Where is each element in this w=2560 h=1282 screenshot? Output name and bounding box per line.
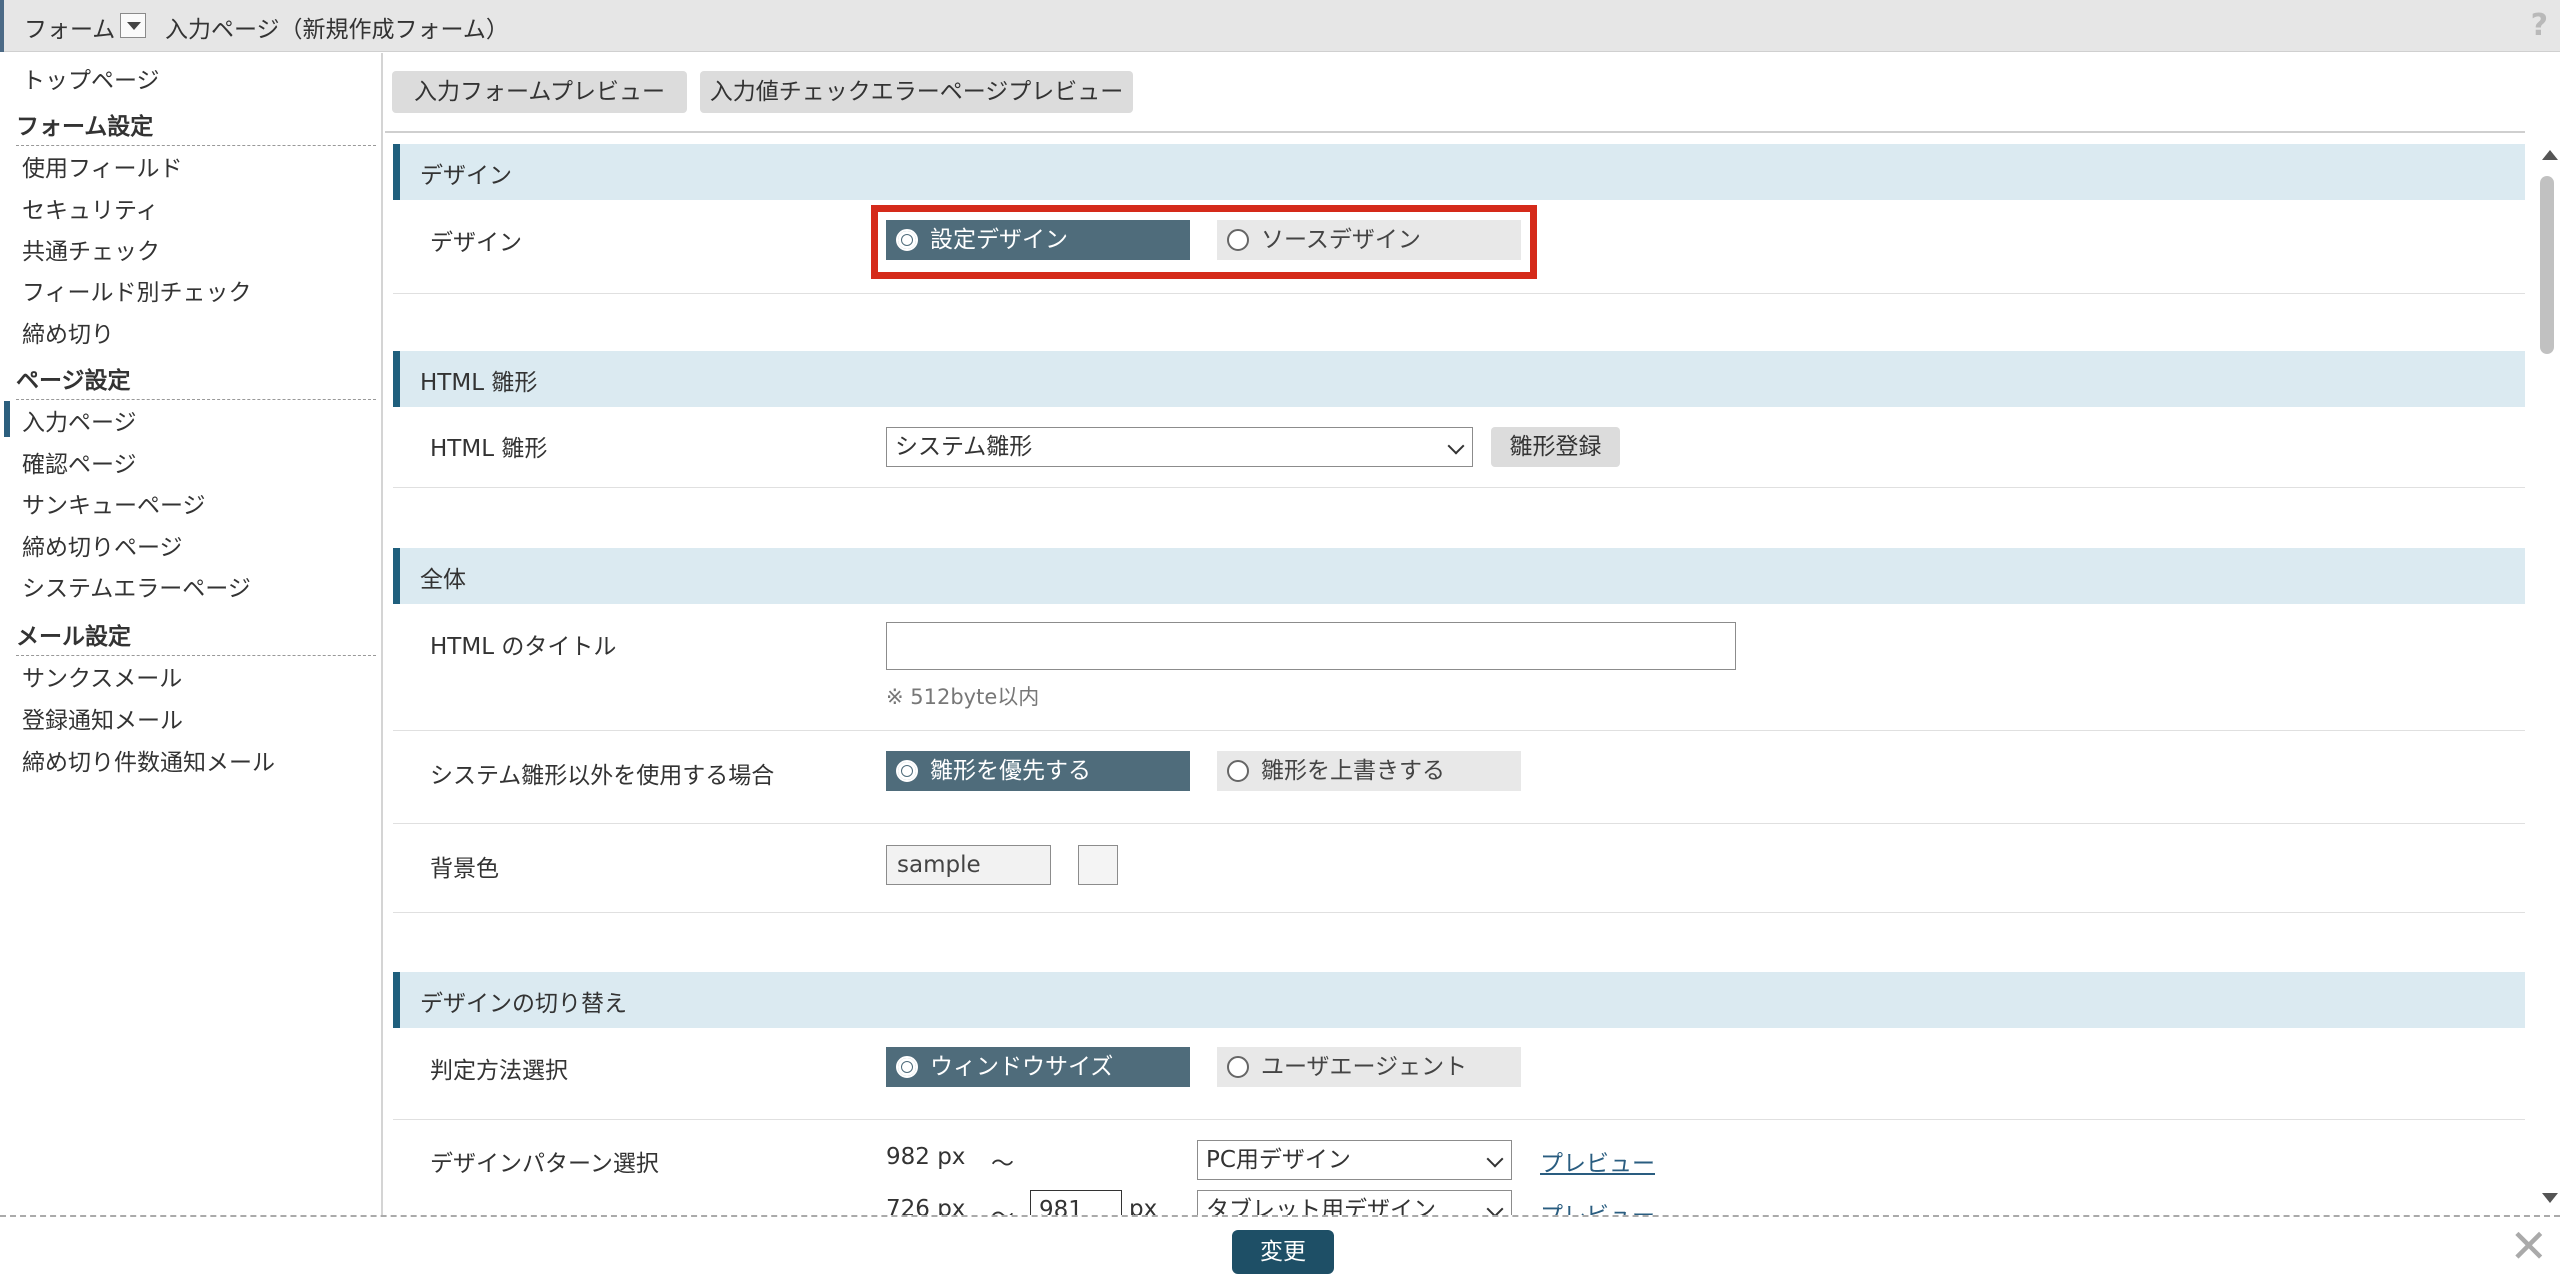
radio-checked-icon bbox=[896, 760, 918, 782]
pattern-row2-select[interactable]: タブレット用デザイン bbox=[1197, 1190, 1512, 1215]
sidebar-item-deadline[interactable]: 締め切り bbox=[22, 315, 114, 349]
sidebar-item-notify-mail[interactable]: 登録通知メール bbox=[22, 701, 183, 735]
main-content: 入力フォームプレビュー 入力値チェックエラーページプレビュー デザイン デザイン… bbox=[385, 53, 2525, 1215]
pattern-row1-from: 982 px bbox=[886, 1144, 966, 1170]
pattern-row2-tilde: ～ bbox=[991, 1196, 1014, 1215]
radio-label: ウィンドウサイズ bbox=[930, 1054, 1114, 1080]
top-bar-accent bbox=[0, 0, 4, 52]
radio-label: 雛形を優先する bbox=[930, 758, 1091, 784]
sidebar-item-security[interactable]: セキュリティ bbox=[22, 191, 159, 225]
radio-prefer-template[interactable]: 雛形を優先する bbox=[886, 751, 1190, 791]
scroll-down-icon[interactable] bbox=[2542, 1193, 2558, 1203]
row-divider bbox=[393, 912, 2525, 913]
pattern-row1-select-value: PC用デザイン bbox=[1206, 1147, 1351, 1173]
sidebar-item-thanks-mail[interactable]: サンクスメール bbox=[22, 659, 182, 693]
highlight-box bbox=[871, 205, 1537, 279]
template-select-value: システム雛形 bbox=[895, 434, 1033, 460]
section-title: デザインの切り替え bbox=[420, 991, 627, 1017]
row-divider bbox=[393, 1119, 2525, 1120]
sidebar-item-top-page[interactable]: トップページ bbox=[22, 61, 160, 95]
sidebar-item-thankyou-page[interactable]: サンキューページ bbox=[22, 486, 206, 520]
radio-user-agent[interactable]: ユーザエージェント bbox=[1217, 1047, 1521, 1087]
row-divider bbox=[393, 293, 2525, 294]
help-icon[interactable]: ? bbox=[2531, 8, 2548, 43]
main-scrollbar[interactable] bbox=[2536, 140, 2560, 1215]
chevron-down-icon bbox=[1486, 1150, 1504, 1168]
radio-window-size[interactable]: ウィンドウサイズ bbox=[886, 1047, 1190, 1087]
radio-unchecked-icon bbox=[1227, 1056, 1249, 1078]
form-dropdown-button[interactable] bbox=[120, 13, 146, 38]
section-header-template: HTML 雛形 bbox=[393, 351, 2525, 407]
section-header-design: デザイン bbox=[393, 144, 2525, 200]
bgcolor-label: 背景色 bbox=[430, 856, 499, 882]
pattern-row1-preview-link[interactable]: プレビュー bbox=[1540, 1144, 1655, 1178]
chevron-down-icon bbox=[1447, 437, 1465, 455]
sidebar-item-deadline-count-mail[interactable]: 締め切り件数通知メール bbox=[22, 743, 275, 777]
form-label: フォーム bbox=[24, 17, 116, 43]
row-divider bbox=[393, 730, 2525, 731]
radio-label: ユーザエージェント bbox=[1261, 1054, 1468, 1080]
design-label: デザイン bbox=[430, 230, 522, 256]
bgcolor-swatch[interactable] bbox=[1078, 845, 1118, 885]
section-header-overall: 全体 bbox=[393, 548, 2525, 604]
sidebar-item-confirm-page[interactable]: 確認ページ bbox=[22, 445, 137, 479]
pattern-row1-select[interactable]: PC用デザイン bbox=[1197, 1140, 1512, 1180]
close-icon[interactable]: ✕ bbox=[2509, 1223, 2548, 1269]
section-title: HTML 雛形 bbox=[420, 370, 538, 396]
footer-bar: 変更 ✕ bbox=[0, 1215, 2560, 1282]
nonsystem-label: システム雛形以外を使用する場合 bbox=[430, 763, 775, 789]
pattern-row2-preview-link[interactable]: プレビュー bbox=[1540, 1196, 1655, 1215]
template-label: HTML 雛形 bbox=[430, 436, 548, 462]
radio-overwrite-template[interactable]: 雛形を上書きする bbox=[1217, 751, 1521, 791]
sidebar-item-input-page[interactable]: 入力ページ bbox=[22, 403, 137, 437]
top-bar: フォーム 入力ページ（新規作成フォーム） ? bbox=[0, 0, 2560, 52]
radio-label: 雛形を上書きする bbox=[1261, 758, 1445, 784]
sidebar-heading-form-settings: フォーム設定 bbox=[16, 107, 376, 146]
sidebar-item-deadline-page[interactable]: 締め切りページ bbox=[22, 528, 183, 562]
sidebar-item-field-check[interactable]: フィールド別チェック bbox=[22, 273, 252, 307]
section-header-design-switch: デザインの切り替え bbox=[393, 972, 2525, 1028]
bgcolor-input[interactable]: sample bbox=[886, 845, 1051, 885]
page-title: 入力ページ（新規作成フォーム） bbox=[165, 17, 509, 43]
html-title-note: ※ 512byte以内 bbox=[886, 685, 1040, 709]
pattern-row2-from: 726 px bbox=[886, 1196, 966, 1215]
register-template-button[interactable]: 雛形登録 bbox=[1491, 427, 1620, 467]
method-label: 判定方法選択 bbox=[430, 1058, 568, 1084]
row-divider bbox=[393, 487, 2525, 488]
chevron-down-icon bbox=[1486, 1200, 1504, 1215]
sidebar: トップページ フォーム設定 使用フィールド セキュリティ 共通チェック フィール… bbox=[0, 53, 383, 1215]
scroll-thumb[interactable] bbox=[2540, 176, 2554, 354]
html-title-input[interactable] bbox=[886, 622, 1736, 670]
pattern-label: デザインパターン選択 bbox=[430, 1151, 659, 1177]
radio-checked-icon bbox=[896, 1056, 918, 1078]
section-title: デザイン bbox=[420, 163, 512, 189]
radio-unchecked-icon bbox=[1227, 760, 1249, 782]
sidebar-item-fields[interactable]: 使用フィールド bbox=[22, 149, 183, 183]
toolbar-divider bbox=[385, 131, 2525, 133]
sidebar-active-indicator bbox=[4, 401, 10, 437]
row-divider bbox=[393, 823, 2525, 824]
preview-error-page-button[interactable]: 入力値チェックエラーページプレビュー bbox=[700, 71, 1133, 113]
html-title-label: HTML のタイトル bbox=[430, 634, 617, 660]
change-button[interactable]: 変更 bbox=[1232, 1230, 1334, 1274]
pattern-row2-px: px bbox=[1129, 1196, 1158, 1215]
pattern-row2-to-input[interactable]: 981 bbox=[1030, 1190, 1122, 1215]
section-title: 全体 bbox=[420, 567, 466, 593]
pattern-row2-select-value: タブレット用デザイン bbox=[1206, 1197, 1436, 1215]
pattern-row1-tilde: ～ bbox=[991, 1151, 1014, 1177]
preview-form-button[interactable]: 入力フォームプレビュー bbox=[392, 71, 687, 113]
sidebar-item-common-check[interactable]: 共通チェック bbox=[22, 232, 160, 266]
sidebar-heading-mail-settings: メール設定 bbox=[16, 617, 376, 656]
template-select[interactable]: システム雛形 bbox=[886, 427, 1473, 467]
sidebar-item-system-error-page[interactable]: システムエラーページ bbox=[22, 569, 251, 603]
scroll-up-icon[interactable] bbox=[2542, 150, 2558, 160]
sidebar-heading-page-settings: ページ設定 bbox=[16, 361, 376, 400]
